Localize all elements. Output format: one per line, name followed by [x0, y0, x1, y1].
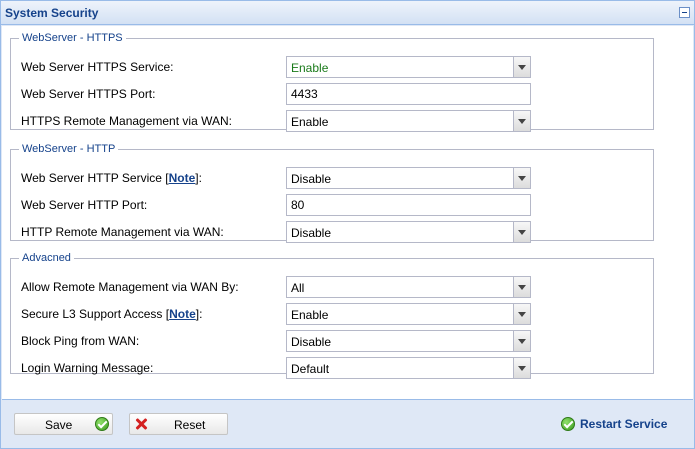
- https-remote-select[interactable]: Enable: [286, 110, 531, 132]
- allow-remote-row: Allow Remote Management via WAN By: All: [21, 276, 641, 298]
- http-remote-label: HTTP Remote Management via WAN:: [21, 225, 224, 239]
- login-warning-select[interactable]: Default: [286, 357, 531, 379]
- login-warning-row: Login Warning Message: Default: [21, 357, 641, 379]
- https-remote-row: HTTPS Remote Management via WAN: Enable: [21, 110, 641, 132]
- panel-title: System Security: [5, 6, 99, 20]
- https-port-input[interactable]: [286, 83, 531, 105]
- login-warning-value: Default: [291, 362, 330, 376]
- advanced-group: Advacned Allow Remote Management via WAN…: [10, 252, 654, 379]
- system-security-panel: System Security WebServer - HTTPS Web Se…: [0, 0, 695, 449]
- panel-body: WebServer - HTTPS Web Server HTTPS Servi…: [2, 26, 693, 400]
- http-service-value: Disable: [291, 172, 332, 186]
- chevron-down-icon[interactable]: [513, 277, 530, 297]
- reset-button-label: Reset: [174, 418, 206, 432]
- save-button-label: Save: [45, 418, 73, 432]
- secure-l3-label: Secure L3 Support Access [Note]:: [21, 307, 203, 321]
- block-ping-label: Block Ping from WAN:: [21, 334, 140, 348]
- http-port-label: Web Server HTTP Port:: [21, 198, 148, 212]
- panel-header: System Security: [1, 1, 694, 25]
- https-service-value: Enable: [291, 61, 329, 75]
- login-warning-label: Login Warning Message:: [21, 361, 154, 375]
- http-service-label: Web Server HTTP Service [Note]:: [21, 171, 202, 185]
- https-port-row: Web Server HTTPS Port:: [21, 83, 641, 105]
- restart-service-label: Restart Service: [580, 417, 668, 431]
- allow-remote-value: All: [291, 281, 305, 295]
- https-group: WebServer - HTTPS Web Server HTTPS Servi…: [10, 32, 654, 132]
- advanced-legend: Advacned: [22, 252, 71, 264]
- http-service-row: Web Server HTTP Service [Note]: Disable: [21, 167, 641, 189]
- chevron-down-icon[interactable]: [513, 304, 530, 324]
- reset-button[interactable]: Reset: [129, 413, 228, 435]
- http-legend: WebServer - HTTP: [22, 143, 116, 155]
- http-port-input[interactable]: [286, 194, 531, 216]
- allow-remote-select[interactable]: All: [286, 276, 531, 298]
- https-service-label: Web Server HTTPS Service:: [21, 60, 174, 74]
- block-ping-select[interactable]: Disable: [286, 330, 531, 352]
- chevron-down-icon[interactable]: [513, 331, 530, 351]
- chevron-down-icon[interactable]: [513, 57, 530, 77]
- http-port-row: Web Server HTTP Port:: [21, 194, 641, 216]
- collapse-icon[interactable]: [679, 7, 690, 18]
- http-remote-value: Disable: [291, 226, 332, 240]
- http-note-link[interactable]: Note: [169, 171, 196, 185]
- allow-remote-label: Allow Remote Management via WAN By:: [21, 280, 239, 294]
- secure-l3-value: Enable: [291, 308, 329, 322]
- block-ping-value: Disable: [291, 335, 332, 349]
- secure-note-link[interactable]: Note: [169, 307, 196, 321]
- chevron-down-icon[interactable]: [513, 222, 530, 242]
- save-button[interactable]: Save: [14, 413, 113, 435]
- restart-service-button[interactable]: Restart Service: [561, 416, 681, 434]
- check-circle-icon: [561, 417, 575, 431]
- check-circle-icon: [95, 417, 109, 431]
- http-remote-select[interactable]: Disable: [286, 221, 531, 243]
- https-service-select[interactable]: Enable: [286, 56, 531, 78]
- https-port-label: Web Server HTTPS Port:: [21, 87, 156, 101]
- chevron-down-icon[interactable]: [513, 111, 530, 131]
- secure-l3-row: Secure L3 Support Access [Note]: Enable: [21, 303, 641, 325]
- https-service-row: Web Server HTTPS Service: Enable: [21, 56, 641, 78]
- secure-l3-select[interactable]: Enable: [286, 303, 531, 325]
- chevron-down-icon[interactable]: [513, 168, 530, 188]
- http-service-select[interactable]: Disable: [286, 167, 531, 189]
- block-ping-row: Block Ping from WAN: Disable: [21, 330, 641, 352]
- http-remote-row: HTTP Remote Management via WAN: Disable: [21, 221, 641, 243]
- https-legend: WebServer - HTTPS: [22, 32, 123, 44]
- https-remote-label: HTTPS Remote Management via WAN:: [21, 114, 232, 128]
- http-group: WebServer - HTTP Web Server HTTP Service…: [10, 143, 654, 243]
- red-x-icon: [134, 417, 148, 431]
- chevron-down-icon[interactable]: [513, 358, 530, 378]
- https-remote-value: Enable: [291, 115, 329, 129]
